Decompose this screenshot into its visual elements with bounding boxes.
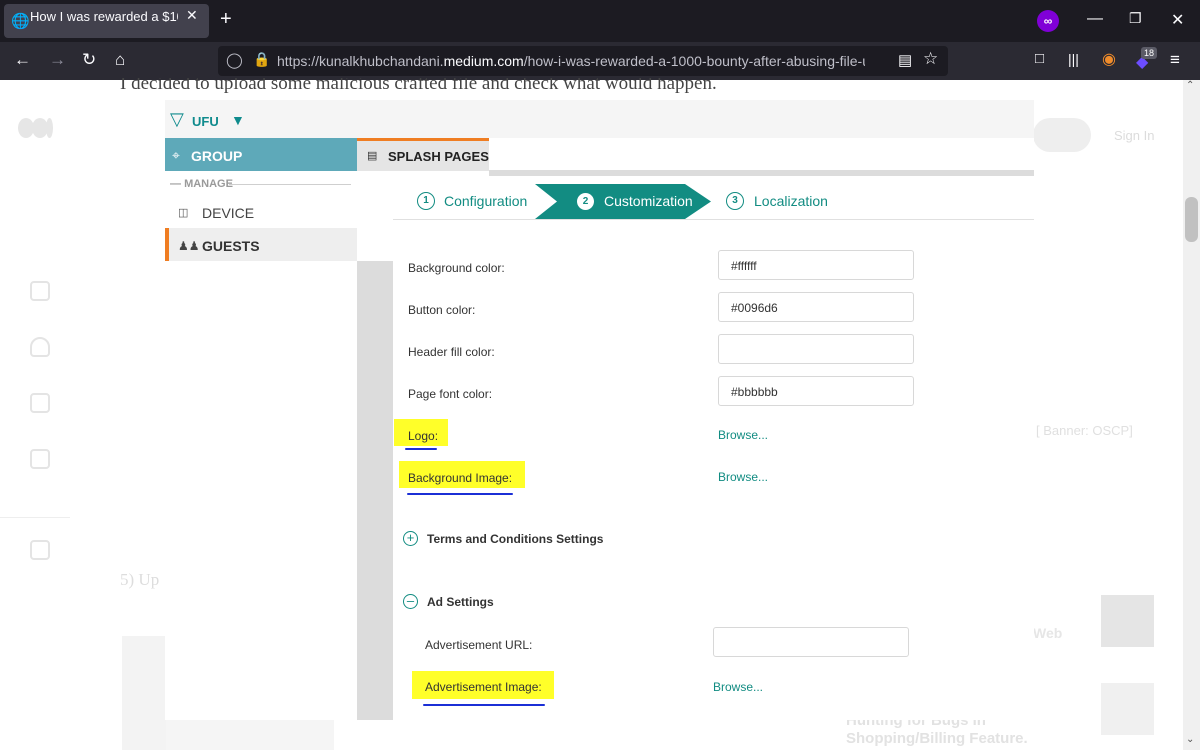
advertisement-url-input[interactable] xyxy=(713,627,909,657)
splash-page-icon: ▤ xyxy=(367,150,378,162)
pocket-icon[interactable]: □ xyxy=(1035,50,1044,67)
logo-browse-link[interactable]: Browse... xyxy=(718,428,768,442)
tab-title: How I was rewarded a $1000 bo xyxy=(30,9,178,24)
sign-in-link[interactable]: Sign In xyxy=(1114,128,1154,143)
sidebar-item-device[interactable]: DEVICE xyxy=(202,205,254,221)
shield-icon[interactable]: ◯ xyxy=(226,51,243,69)
step-customization[interactable]: Customization xyxy=(604,193,693,209)
logo-label: Logo: xyxy=(408,429,439,443)
app-header xyxy=(165,100,1034,138)
reader-view-icon[interactable]: ▤ xyxy=(898,51,912,69)
nav-divider xyxy=(0,517,70,518)
step-configuration[interactable]: Configuration xyxy=(444,193,527,209)
reload-icon[interactable]: ↻ xyxy=(82,50,96,70)
button-color-input[interactable]: #0096d6 xyxy=(718,292,914,322)
group-icon: ⌖ xyxy=(172,147,180,163)
close-window-button[interactable]: ✕ xyxy=(1171,10,1184,30)
sidebar xyxy=(165,138,357,720)
url-text[interactable]: https://kunalkhubchandani.medium.com/how… xyxy=(277,53,865,69)
home-icon[interactable]: ⌂ xyxy=(115,50,125,70)
get-started-button[interactable] xyxy=(1033,118,1091,152)
notifications-nav-icon[interactable] xyxy=(30,337,50,357)
background-image-label: Background Image: xyxy=(408,471,513,485)
people-icon: ♟♟ xyxy=(178,239,200,253)
app-name[interactable]: UFU xyxy=(192,114,219,129)
button-color-label: Button color: xyxy=(408,303,476,317)
tab-close-icon[interactable]: ✕ xyxy=(186,7,198,24)
minimize-button[interactable]: — xyxy=(1087,10,1103,28)
stories-nav-icon[interactable] xyxy=(30,449,50,469)
tab-splash-pages-label: SPLASH PAGES xyxy=(388,149,489,164)
scroll-up-icon[interactable]: ⌃ xyxy=(1186,80,1194,91)
scroll-down-icon[interactable]: ⌄ xyxy=(1186,734,1194,745)
side-tag: [ Banner: OSCP] xyxy=(1036,423,1133,438)
terms-section-title[interactable]: Terms and Conditions Settings xyxy=(427,532,603,546)
step-3-number: 3 xyxy=(726,192,744,210)
background-color-label: Background color: xyxy=(408,261,505,275)
new-tab-button[interactable]: + xyxy=(220,8,232,31)
step-1-number: 1 xyxy=(417,192,435,210)
steps-divider xyxy=(393,219,1034,220)
sidebar-group-label: GROUP xyxy=(191,148,243,164)
funnel-icon: ▽ xyxy=(170,109,184,129)
background-color-input[interactable]: #ffffff xyxy=(718,250,914,280)
caret-down-icon[interactable]: ▼ xyxy=(231,112,245,128)
advertisement-image-browse-link[interactable]: Browse... xyxy=(713,680,763,694)
lock-icon[interactable]: 🔒 xyxy=(253,51,270,68)
sidebar-item-guests-label: GUESTS xyxy=(202,238,260,254)
advertisement-image-annotation-underline xyxy=(423,704,545,706)
bookmark-star-icon[interactable]: ☆ xyxy=(923,49,938,69)
sidebar-section-label: — MANAGE xyxy=(170,178,233,190)
tab-strip xyxy=(489,170,1034,176)
side-web-label: Web xyxy=(1033,625,1063,641)
forward-arrow-icon[interactable]: → xyxy=(49,50,66,70)
article-image-edge-bottom xyxy=(166,719,334,750)
step-2-number: 2 xyxy=(577,193,594,210)
step-localization[interactable]: Localization xyxy=(754,193,828,209)
header-fill-color-label: Header fill color: xyxy=(408,345,495,359)
article-image-edge xyxy=(122,636,166,750)
advertisement-image-label: Advertisement Image: xyxy=(425,680,542,694)
medium-logo[interactable] xyxy=(18,118,53,143)
page-font-color-label: Page font color: xyxy=(408,387,493,401)
header-fill-color-input[interactable] xyxy=(718,334,914,364)
lists-nav-icon[interactable] xyxy=(30,393,50,413)
globe-icon: 🌐 xyxy=(11,13,30,30)
home-nav-icon[interactable] xyxy=(30,281,50,301)
page-font-color-input[interactable]: #bbbbbb xyxy=(718,376,914,406)
write-nav-icon[interactable] xyxy=(30,540,50,560)
restore-button[interactable]: ❐ xyxy=(1129,10,1142,27)
menu-hamburger-icon[interactable]: ≡ xyxy=(1170,50,1180,70)
recommended-thumbnail[interactable] xyxy=(1101,595,1154,647)
recommended-thumbnail[interactable] xyxy=(1101,683,1154,735)
background-image-annotation-underline xyxy=(407,493,513,495)
library-icon[interactable]: ||| xyxy=(1068,51,1079,67)
scrollbar-thumb[interactable] xyxy=(1185,197,1198,242)
expand-plus-icon[interactable]: + xyxy=(403,531,418,546)
article-step-heading: 5) Up xyxy=(120,570,160,589)
collapse-minus-icon[interactable]: – xyxy=(403,594,418,609)
background-image-browse-link[interactable]: Browse... xyxy=(718,470,768,484)
private-browsing-icon: ∞ xyxy=(1037,10,1059,32)
advertisement-url-label: Advertisement URL: xyxy=(425,638,533,652)
logo-annotation-underline xyxy=(405,448,437,450)
page-scrollbar[interactable] xyxy=(1183,80,1200,750)
extension-badge: 18 xyxy=(1141,47,1158,59)
article-intro-text: I decided to upload some malicious craft… xyxy=(120,78,717,94)
device-icon: ◫ xyxy=(178,207,189,219)
extension-fox-icon[interactable]: ◉ xyxy=(1102,49,1116,69)
back-arrow-icon[interactable]: ← xyxy=(14,50,31,70)
sidebar-divider xyxy=(229,184,351,185)
ad-section-title[interactable]: Ad Settings xyxy=(427,595,494,609)
embedded-screenshot: ▽ UFU ▼ ⌖ GROUP — MANAGE ◫ DEVICE ♟♟ GUE… xyxy=(165,100,1034,720)
